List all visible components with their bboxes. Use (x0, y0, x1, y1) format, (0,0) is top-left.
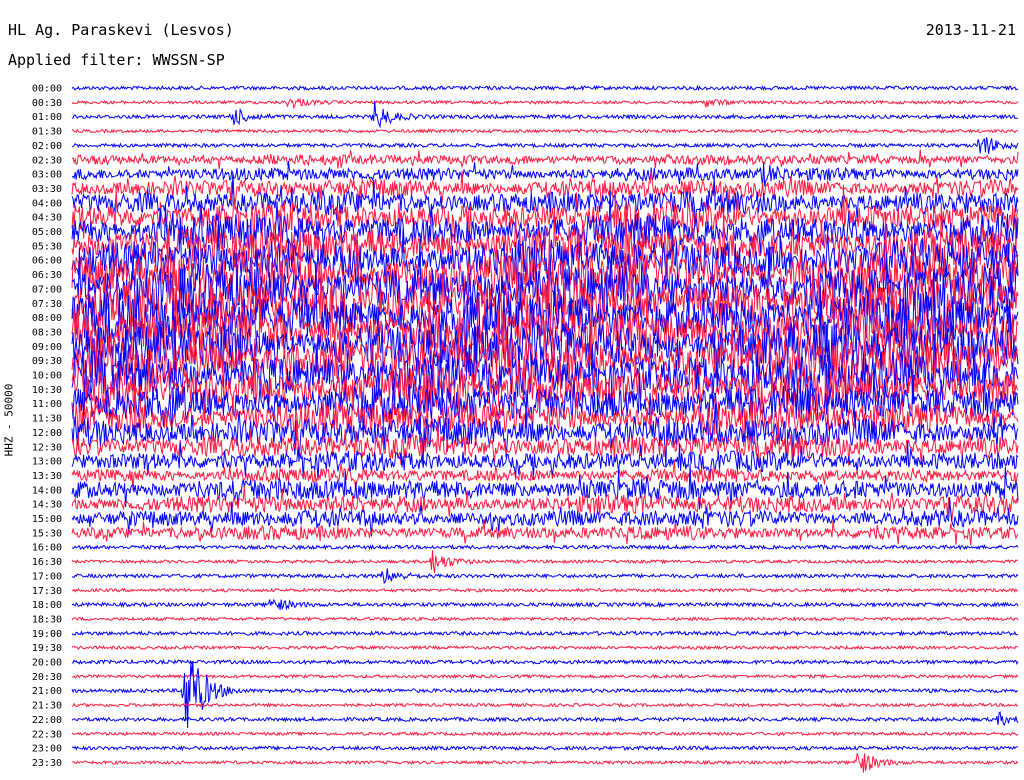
trace-row-0300 (71, 161, 1019, 187)
trace-row-0100 (71, 100, 1019, 129)
row-time-label: 16:00 (32, 543, 62, 554)
row-time-label: 06:00 (32, 256, 62, 267)
trace-row-1730 (71, 587, 1019, 593)
trace-row-1530 (71, 519, 1019, 546)
row-time-label: 14:00 (32, 485, 62, 496)
row-time-label: 17:30 (32, 586, 62, 597)
trace-row-1930 (71, 644, 1019, 651)
row-time-label: 02:00 (32, 141, 62, 152)
trace-row-2130 (71, 702, 1019, 708)
trace-row-1800 (71, 598, 1019, 611)
row-time-label: 00:00 (32, 84, 62, 95)
trace-row-0000 (71, 84, 1019, 92)
row-time-label: 15:30 (32, 528, 62, 539)
row-time-label: 20:00 (32, 658, 62, 669)
row-time-label: 10:00 (32, 371, 62, 382)
row-time-label: 16:30 (32, 557, 62, 568)
trace-row-1600 (71, 543, 1019, 551)
row-time-label: 09:30 (32, 356, 62, 367)
trace-row-2100 (71, 660, 1018, 729)
row-time-label: 21:00 (32, 686, 62, 697)
row-time-label: 07:00 (32, 284, 62, 295)
row-time-label: 06:30 (32, 270, 62, 281)
trace-row-0230 (71, 149, 1019, 170)
trace-row-1700 (71, 568, 1019, 585)
row-time-label: 10:30 (32, 385, 62, 396)
trace-row-2030 (71, 673, 1019, 680)
trace-row-2300 (72, 744, 1019, 752)
trace-row-1900 (71, 629, 1019, 637)
row-time-label: 03:30 (32, 184, 62, 195)
trace-row-2000 (71, 658, 1019, 666)
trace-row-0200 (71, 137, 1019, 154)
row-time-label: 11:00 (32, 399, 62, 410)
row-time-label: 23:30 (32, 758, 62, 769)
row-time-label: 12:00 (32, 428, 62, 439)
row-time-label: 14:30 (32, 500, 62, 511)
row-time-label: 20:30 (32, 672, 62, 683)
trace-row-1830 (71, 616, 1019, 622)
row-time-label: 22:00 (32, 715, 62, 726)
trace-row-2200 (71, 711, 1019, 726)
trace-row-2230 (71, 730, 1019, 737)
trace-row-0130 (71, 128, 1019, 134)
row-time-label: 02:30 (32, 155, 62, 166)
row-time-label: 04:30 (32, 213, 62, 224)
row-time-label: 18:00 (32, 600, 62, 611)
trace-row-0030 (71, 97, 1019, 110)
row-time-label: 07:30 (32, 299, 62, 310)
row-time-label: 19:00 (32, 629, 62, 640)
trace-row-2330 (71, 753, 1019, 773)
row-time-label: 21:30 (32, 701, 62, 712)
helicorder-plot: 00:00 00:30 01:00 01:30 02:00 02:30 03:00 03:30… (32, 84, 1019, 773)
row-time-label: 09:00 (32, 342, 62, 353)
row-time-label: 19:30 (32, 643, 62, 654)
row-time-label: 00:30 (32, 98, 62, 109)
row-time-label: 15:00 (32, 514, 62, 525)
row-time-label: 01:00 (32, 112, 62, 123)
row-time-label: 08:00 (32, 313, 62, 324)
row-time-label: 04:00 (32, 198, 62, 209)
row-time-label: 13:00 (32, 457, 62, 468)
row-time-label: 17:00 (32, 571, 62, 582)
row-time-label: 05:00 (32, 227, 62, 238)
row-time-label: 23:00 (32, 744, 62, 755)
row-time-label: 22:30 (32, 729, 62, 740)
row-time-label: 03:00 (32, 170, 62, 181)
row-time-label: 01:30 (32, 127, 62, 138)
row-time-label: 11:30 (32, 414, 62, 425)
row-time-label: 12:30 (32, 442, 62, 453)
row-time-label: 05:30 (32, 241, 62, 252)
row-time-label: 13:30 (32, 471, 62, 482)
row-time-label: 18:30 (32, 614, 62, 625)
row-time-label: 08:30 (32, 327, 62, 338)
trace-row-1630 (71, 550, 1019, 574)
